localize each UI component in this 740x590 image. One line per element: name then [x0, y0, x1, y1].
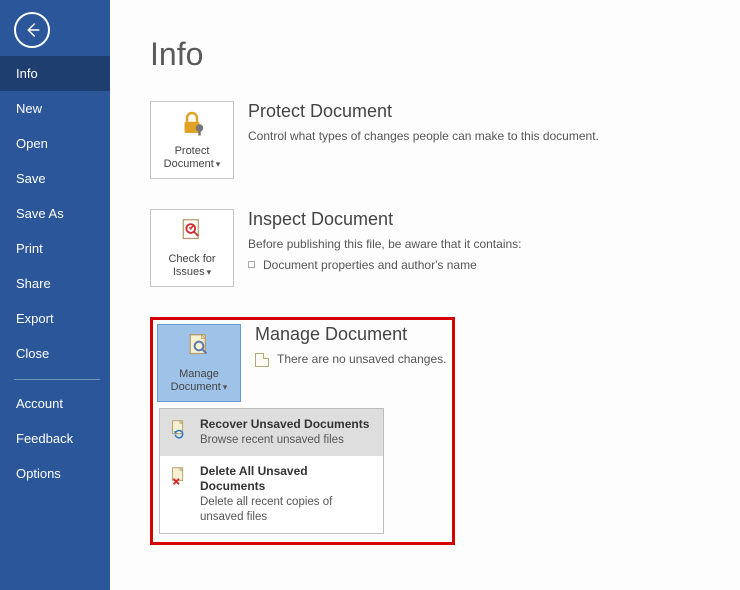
sidebar-item-share[interactable]: Share: [0, 266, 110, 301]
manage-status-text: There are no unsaved changes.: [277, 351, 446, 368]
sidebar-item-label: Print: [16, 241, 43, 256]
inspect-bullet-row: Document properties and author's name: [248, 257, 704, 274]
menu-item-delete-unsaved[interactable]: Delete All Unsaved Documents Delete all …: [160, 456, 383, 533]
section-heading-protect: Protect Document: [248, 101, 704, 122]
sidebar-item-save[interactable]: Save: [0, 161, 110, 196]
sidebar-item-close[interactable]: Close: [0, 336, 110, 371]
sidebar-item-label: Save As: [16, 206, 64, 221]
manage-document-button[interactable]: Manage Document▾: [157, 324, 241, 402]
section-manage: Manage Document▾ Manage Document There a…: [157, 324, 448, 402]
backstage-root: Info New Open Save Save As Print Share E…: [0, 0, 740, 590]
delete-doc-icon: [168, 464, 190, 488]
menu-item-subtitle: Delete all recent copies of unsaved file…: [200, 495, 373, 525]
tile-label: Protect Document: [164, 145, 214, 171]
inspect-icon: [177, 210, 207, 253]
section-heading-manage: Manage Document: [255, 324, 448, 345]
menu-item-subtitle: Browse recent unsaved files: [200, 433, 369, 448]
sidebar-item-label: Close: [16, 346, 49, 361]
back-button[interactable]: [14, 12, 50, 48]
highlight-box: Manage Document▾ Manage Document There a…: [150, 317, 455, 545]
arrow-left-icon: [23, 21, 41, 39]
sidebar-item-export[interactable]: Export: [0, 301, 110, 336]
section-text-protect: Control what types of changes people can…: [248, 128, 704, 145]
sidebar-item-label: New: [16, 101, 42, 116]
protect-document-button[interactable]: Protect Document▾: [150, 101, 234, 179]
sidebar-item-options[interactable]: Options: [0, 456, 110, 491]
sidebar-item-save-as[interactable]: Save As: [0, 196, 110, 231]
sidebar-item-new[interactable]: New: [0, 91, 110, 126]
main-panel: Info Protect Document▾ Protect Document …: [110, 0, 740, 590]
sidebar-item-label: Feedback: [16, 431, 73, 446]
tile-label: Manage Document: [171, 368, 221, 394]
sidebar-item-label: Account: [16, 396, 63, 411]
recover-icon: [168, 417, 190, 441]
document-search-icon: [184, 325, 214, 368]
section-text-inspect-intro: Before publishing this file, be aware th…: [248, 236, 704, 253]
sidebar-item-feedback[interactable]: Feedback: [0, 421, 110, 456]
sidebar-item-label: Export: [16, 311, 54, 326]
chevron-down-icon: ▾: [216, 159, 221, 169]
lock-icon: [177, 102, 207, 145]
sidebar-item-label: Info: [16, 66, 38, 81]
page-title: Info: [150, 36, 704, 73]
manage-status-row: There are no unsaved changes.: [255, 351, 448, 368]
sidebar-divider: [14, 379, 100, 380]
bullet-icon: [248, 261, 255, 268]
sidebar-item-print[interactable]: Print: [0, 231, 110, 266]
menu-item-title: Delete All Unsaved Documents: [200, 464, 373, 495]
sidebar-item-label: Save: [16, 171, 46, 186]
section-protect: Protect Document▾ Protect Document Contr…: [150, 101, 704, 179]
sidebar-item-account[interactable]: Account: [0, 386, 110, 421]
menu-item-title: Recover Unsaved Documents: [200, 417, 369, 433]
menu-item-recover-unsaved[interactable]: Recover Unsaved Documents Browse recent …: [160, 409, 383, 456]
sidebar-item-label: Open: [16, 136, 48, 151]
sidebar-item-info[interactable]: Info: [0, 56, 110, 91]
sidebar-item-label: Options: [16, 466, 61, 481]
check-for-issues-button[interactable]: Check for Issues▾: [150, 209, 234, 287]
chevron-down-icon: ▾: [223, 382, 228, 392]
manage-document-menu: Recover Unsaved Documents Browse recent …: [159, 408, 384, 534]
section-inspect: Check for Issues▾ Inspect Document Befor…: [150, 209, 704, 287]
sidebar: Info New Open Save Save As Print Share E…: [0, 0, 110, 590]
inspect-bullet-text: Document properties and author's name: [263, 257, 477, 274]
chevron-down-icon: ▾: [207, 267, 212, 277]
sidebar-item-open[interactable]: Open: [0, 126, 110, 161]
sidebar-item-label: Share: [16, 276, 51, 291]
document-icon: [255, 353, 269, 367]
section-heading-inspect: Inspect Document: [248, 209, 704, 230]
